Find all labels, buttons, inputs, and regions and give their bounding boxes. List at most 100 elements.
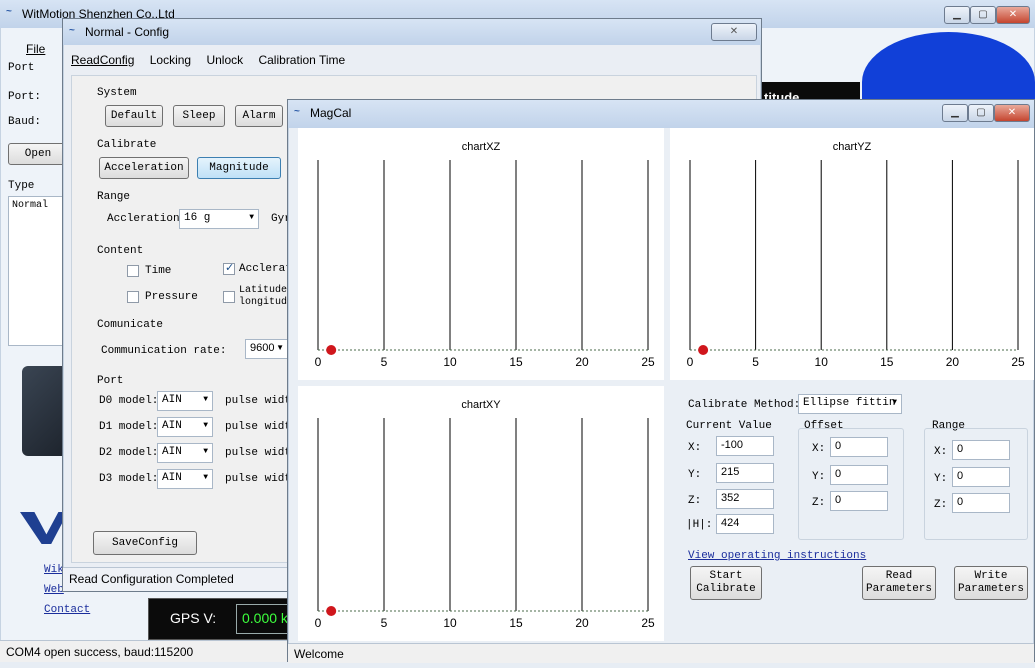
write-label-1: Write (974, 570, 1008, 582)
sleep-button[interactable]: Sleep (173, 105, 225, 127)
accel-range-select[interactable]: 16 g (179, 209, 259, 229)
open-button[interactable]: Open (8, 143, 68, 165)
offset-z-label: Z: (812, 497, 826, 509)
offset-z-value: 0 (835, 494, 842, 506)
latlon-checkbox[interactable] (223, 291, 235, 303)
offset-z-field[interactable]: 0 (830, 491, 888, 511)
range-x-field[interactable]: 0 (952, 440, 1010, 460)
magcal-window: ~ MagCal ▁ ▢ ✕ chartXZ 0 5 10 15 20 25 chartYZ 0… (287, 99, 1035, 663)
menu-readconfig[interactable]: ReadConfig (71, 53, 134, 67)
chart-title: chartYZ (833, 141, 872, 153)
range-z-label: Z: (934, 499, 948, 511)
comm-rate-select[interactable]: 9600 (245, 339, 289, 359)
comm-rate-label: Communication rate: (101, 345, 227, 357)
current-z-value: 352 (721, 492, 740, 504)
save-config-button[interactable]: SaveConfig (93, 531, 197, 555)
current-h-field[interactable]: 424 (716, 514, 774, 534)
magcal-maximize-button[interactable]: ▢ (968, 104, 994, 122)
longitude-label: longitude (239, 297, 294, 308)
port-row-select[interactable]: AIN (157, 391, 213, 411)
current-y-value: 215 (721, 466, 740, 478)
read-parameters-button[interactable]: Read Parameters (862, 566, 936, 600)
calibrate-method-select[interactable]: Ellipse fittin (798, 394, 902, 414)
chart-tick-label: 10 (443, 616, 457, 630)
port-row-select[interactable]: AIN (157, 469, 213, 489)
range-label: Range (97, 191, 131, 203)
port-row-label: D0 model: (99, 395, 159, 407)
chart-title: chartXY (461, 399, 501, 411)
magcal-close-button[interactable]: ✕ (994, 104, 1030, 122)
port-section-label-config: Port (97, 375, 124, 387)
range-x-value: 0 (957, 443, 964, 455)
magcal-status-bar: Welcome (288, 643, 1034, 663)
chart-tick-label: 15 (509, 355, 523, 369)
instructions-link[interactable]: View operating instructions (688, 550, 866, 562)
gps-label: GPS V: (170, 610, 217, 626)
accel-range-label: Accleration: (107, 213, 187, 225)
time-checkbox[interactable] (127, 265, 139, 277)
config-title: Normal - Config (85, 25, 170, 39)
calibrate-label: Calibrate (97, 139, 157, 151)
current-y-label: Y: (688, 469, 702, 481)
default-button[interactable]: Default (105, 105, 163, 127)
current-x-label: X: (688, 442, 702, 454)
port-label: Port: (8, 91, 42, 103)
start-label-2: Calibrate (696, 583, 756, 595)
config-close-button[interactable]: ✕ (711, 23, 757, 41)
write-parameters-button[interactable]: Write Parameters (954, 566, 1028, 600)
main-minimize-button[interactable]: ▁ (944, 6, 970, 24)
offset-y-field[interactable]: 0 (830, 465, 888, 485)
type-list[interactable]: Normal (8, 196, 68, 346)
menu-unlock[interactable]: Unlock (206, 53, 243, 67)
port-row-value: AIN (162, 446, 182, 458)
comm-rate-value: 9600 (250, 342, 275, 354)
chart-tick-label: 20 (946, 355, 960, 369)
type-list-item[interactable]: Normal (12, 200, 48, 211)
read-label-2: Parameters (865, 583, 932, 595)
chart-tick-label: 5 (752, 355, 759, 369)
witmotion-brand-logo (20, 512, 68, 544)
magcal-minimize-button[interactable]: ▁ (942, 104, 968, 122)
range-z-field[interactable]: 0 (952, 493, 1010, 513)
pressure-checkbox[interactable] (127, 291, 139, 303)
acceleration-button[interactable]: Acceleration (99, 157, 189, 179)
range-y-field[interactable]: 0 (952, 467, 1010, 487)
chart-tick-label: 0 (315, 355, 322, 369)
magnitude-button[interactable]: Magnitude (197, 157, 281, 179)
current-z-field[interactable]: 352 (716, 489, 774, 509)
communicate-label: Comunicate (97, 319, 164, 331)
read-label-1: Read (885, 570, 913, 582)
accel-range-value: 16 g (184, 212, 211, 224)
port-row-select[interactable]: AIN (157, 443, 213, 463)
calibrate-method-value: Ellipse fittin (803, 397, 896, 409)
magcal-title: MagCal (310, 106, 352, 120)
latitude-label: Latitude (239, 285, 288, 296)
menu-calibration-time[interactable]: Calibration Time (258, 53, 345, 67)
port-row-label: D1 model: (99, 421, 159, 433)
chart-tick-label: 20 (575, 616, 589, 630)
start-calibrate-button[interactable]: Start Calibrate (690, 566, 762, 600)
current-x-field[interactable]: -100 (716, 436, 774, 456)
contact-link[interactable]: Contact (44, 604, 90, 616)
chart-tick-label: 20 (575, 355, 589, 369)
main-maximize-button[interactable]: ▢ (970, 6, 996, 24)
chart-panel (298, 128, 664, 380)
current-z-label: Z: (688, 495, 702, 507)
web-link[interactable]: Web (44, 584, 64, 596)
current-h-label: |H|: (686, 519, 713, 531)
current-y-field[interactable]: 215 (716, 463, 774, 483)
config-menu: ReadConfig Locking Unlock Calibration Ti… (71, 53, 357, 67)
alarm-button[interactable]: Alarm (235, 105, 283, 127)
pressure-checkbox-label: Pressure (145, 291, 198, 303)
menu-file[interactable]: File (26, 42, 45, 56)
main-close-button[interactable]: ✕ (996, 6, 1030, 24)
menu-locking[interactable]: Locking (150, 53, 191, 67)
offset-x-field[interactable]: 0 (830, 437, 888, 457)
chart-tick-label: 5 (381, 355, 388, 369)
port-row-select[interactable]: AIN (157, 417, 213, 437)
accel-checkbox[interactable] (223, 261, 235, 275)
chart-data-point (326, 345, 337, 355)
offset-x-value: 0 (835, 440, 842, 452)
chart-tick-label: 25 (641, 355, 655, 369)
chart-data-point (698, 345, 709, 355)
